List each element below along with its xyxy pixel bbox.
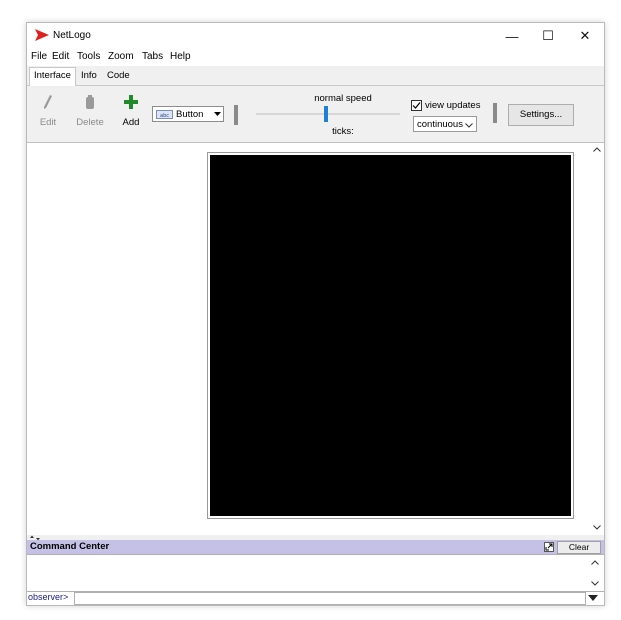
minimize-button[interactable]: — bbox=[492, 23, 532, 49]
menu-file[interactable]: File bbox=[31, 51, 47, 62]
expand-icon bbox=[545, 543, 553, 551]
title-bar[interactable]: NetLogo — ☐ ✕ bbox=[27, 23, 604, 49]
view-updates-label: view updates bbox=[425, 100, 481, 111]
history-dropdown-icon[interactable] bbox=[588, 595, 598, 601]
edit-label: Edit bbox=[39, 117, 57, 128]
tab-bar: Interface Info Code bbox=[27, 66, 604, 86]
command-center-output[interactable] bbox=[27, 554, 604, 592]
speed-label: normal speed bbox=[314, 93, 372, 104]
update-mode-dropdown[interactable]: continuous bbox=[413, 116, 477, 132]
trash-icon bbox=[86, 95, 94, 109]
speed-slider-track[interactable] bbox=[256, 113, 400, 115]
menu-tools[interactable]: Tools bbox=[77, 51, 100, 62]
world-view[interactable] bbox=[210, 155, 571, 516]
window-title: NetLogo bbox=[53, 30, 91, 41]
command-center-header: Command Center Clear bbox=[27, 540, 604, 554]
plus-icon bbox=[124, 95, 138, 109]
workspace-scrollbar[interactable] bbox=[590, 143, 604, 535]
menu-edit[interactable]: Edit bbox=[52, 51, 69, 62]
menu-tabs[interactable]: Tabs bbox=[142, 51, 163, 62]
scroll-down-icon bbox=[593, 525, 601, 530]
svg-text:abc: abc bbox=[160, 113, 169, 119]
clear-button[interactable]: Clear bbox=[557, 541, 601, 554]
widget-type-value: Button bbox=[176, 109, 204, 120]
dropdown-arrow-icon bbox=[214, 112, 221, 116]
toolbar-separator-2 bbox=[493, 103, 497, 123]
toolbar-separator bbox=[234, 105, 238, 125]
scroll-up-icon bbox=[591, 560, 599, 565]
chevron-down-icon bbox=[465, 123, 473, 128]
menu-zoom[interactable]: Zoom bbox=[108, 51, 134, 62]
tab-code[interactable]: Code bbox=[103, 68, 134, 84]
scroll-down-icon bbox=[591, 581, 599, 586]
widget-type-dropdown[interactable]: abc Button bbox=[152, 106, 224, 122]
maximize-icon: ☐ bbox=[542, 28, 554, 43]
maximize-button[interactable]: ☐ bbox=[528, 23, 568, 49]
button-widget-icon: abc bbox=[156, 110, 173, 119]
scroll-up-icon bbox=[593, 147, 601, 152]
speed-slider-thumb[interactable] bbox=[324, 106, 328, 122]
netlogo-window: NetLogo — ☐ ✕ File Edit Tools Zoom Tabs … bbox=[26, 22, 605, 606]
command-center-title: Command Center bbox=[30, 541, 110, 552]
settings-button[interactable]: Settings... bbox=[508, 104, 574, 126]
world-view-frame bbox=[207, 152, 574, 519]
view-updates-checkbox[interactable] bbox=[411, 100, 422, 111]
ticks-label: ticks: bbox=[332, 126, 354, 137]
checkmark-icon bbox=[412, 102, 421, 109]
add-label: Add bbox=[122, 117, 140, 128]
delete-label: Delete bbox=[76, 117, 104, 128]
netlogo-logo-icon bbox=[35, 29, 49, 41]
pencil-icon bbox=[44, 95, 52, 109]
update-mode-value: continuous bbox=[417, 119, 463, 130]
delete-button[interactable]: Delete bbox=[75, 94, 105, 128]
minimize-icon: — bbox=[505, 28, 519, 44]
command-input[interactable] bbox=[74, 592, 586, 605]
tab-interface[interactable]: Interface bbox=[29, 67, 76, 86]
add-button[interactable]: Add bbox=[120, 94, 142, 128]
menu-bar: File Edit Tools Zoom Tabs Help bbox=[27, 49, 604, 66]
command-input-row: observer> bbox=[27, 591, 604, 605]
interface-toolbar: Edit Delete Add abc Button normal speed … bbox=[27, 86, 604, 143]
agent-prompt-label[interactable]: observer> bbox=[28, 592, 68, 602]
close-icon: ✕ bbox=[579, 28, 591, 43]
interface-workspace[interactable] bbox=[27, 143, 604, 535]
close-button[interactable]: ✕ bbox=[565, 23, 605, 49]
edit-button[interactable]: Edit bbox=[37, 94, 59, 128]
detach-button[interactable] bbox=[544, 542, 554, 552]
menu-help[interactable]: Help bbox=[170, 51, 191, 62]
tab-info[interactable]: Info bbox=[77, 68, 101, 84]
